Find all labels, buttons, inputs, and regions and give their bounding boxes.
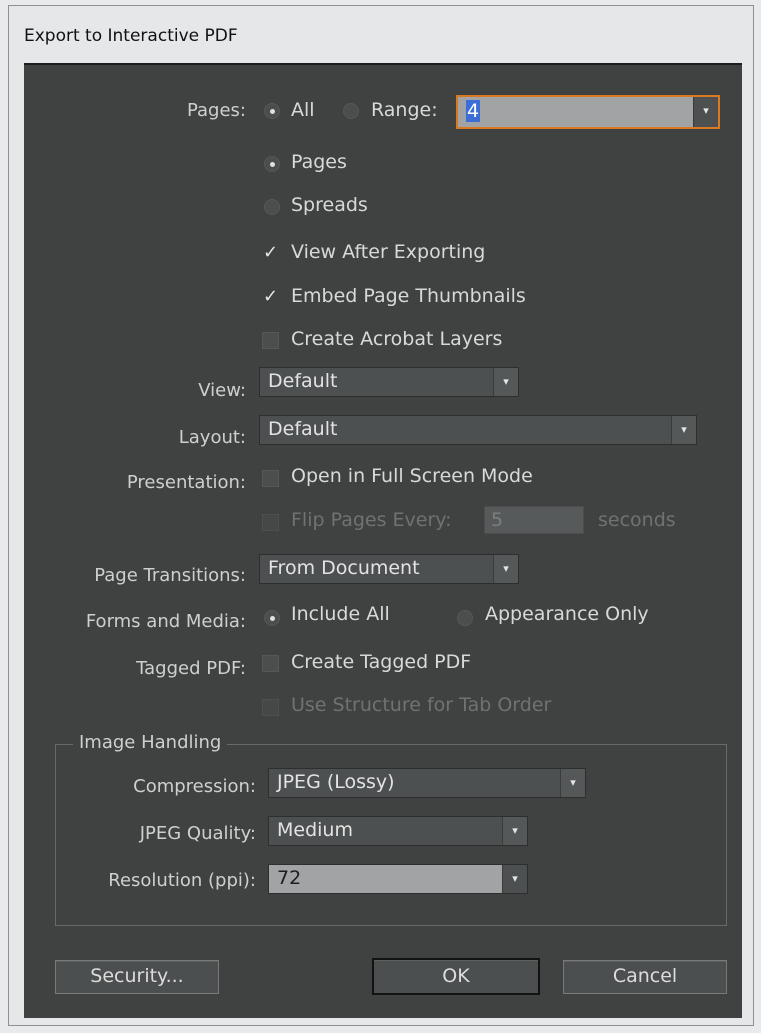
seconds-label: seconds xyxy=(598,509,676,531)
resolution-label: Resolution (ppi): xyxy=(108,870,256,891)
range-dropdown-icon[interactable]: ▾ xyxy=(693,97,718,127)
tagged-pdf-option-label: Create Tagged PDF xyxy=(291,651,472,673)
pages-range-radio[interactable] xyxy=(343,103,359,119)
pages-all-label: All xyxy=(291,99,315,121)
embed-thumbnails-label: Embed Page Thumbnails xyxy=(291,285,526,307)
compression-dropdown-icon[interactable]: ▾ xyxy=(560,769,585,797)
spreads-mode-label: Spreads xyxy=(291,194,368,216)
compression-label: Compression: xyxy=(133,776,256,797)
range-input-value: 4 xyxy=(466,100,481,122)
view-dropdown-value: Default xyxy=(268,370,338,392)
tagged-pdf-checkbox[interactable] xyxy=(262,655,279,672)
pages-mode-radio[interactable] xyxy=(264,156,280,172)
flip-pages-seconds-input[interactable]: 5 xyxy=(484,506,584,534)
pages-label: Pages: xyxy=(186,100,246,121)
acrobat-layers-checkbox[interactable] xyxy=(262,332,279,349)
view-after-exporting-label: View After Exporting xyxy=(291,241,486,263)
flip-pages-label: Flip Pages Every: xyxy=(291,509,452,531)
appearance-only-label: Appearance Only xyxy=(485,603,649,625)
page-transitions-dropdown[interactable]: From Document ▾ xyxy=(259,554,519,584)
page-transitions-value: From Document xyxy=(268,557,420,579)
tagged-pdf-label: Tagged PDF: xyxy=(136,658,246,679)
resolution-combobox[interactable]: 72 ▾ xyxy=(268,864,528,894)
compression-value: JPEG (Lossy) xyxy=(277,771,395,793)
resolution-dropdown-icon[interactable]: ▾ xyxy=(502,865,527,893)
pages-all-radio[interactable] xyxy=(264,103,280,119)
spreads-mode-radio[interactable] xyxy=(264,199,280,215)
security-button[interactable]: Security... xyxy=(55,960,219,994)
full-screen-checkbox[interactable] xyxy=(262,470,279,487)
layout-dropdown[interactable]: Default ▾ xyxy=(259,415,697,445)
view-dropdown[interactable]: Default ▾ xyxy=(259,367,519,397)
full-screen-label: Open in Full Screen Mode xyxy=(291,465,533,487)
view-after-exporting-checkbox[interactable]: ✓ xyxy=(262,244,279,262)
range-input[interactable]: 4 ▾ xyxy=(456,95,720,129)
layout-dropdown-icon[interactable]: ▾ xyxy=(671,416,696,444)
include-all-radio[interactable] xyxy=(264,610,280,626)
dialog-title: Export to Interactive PDF xyxy=(24,26,238,46)
forms-media-label: Forms and Media: xyxy=(85,611,246,632)
layout-label: Layout: xyxy=(178,427,246,448)
layout-dropdown-value: Default xyxy=(268,418,338,440)
embed-thumbnails-checkbox[interactable]: ✓ xyxy=(262,288,279,306)
view-label: View: xyxy=(198,380,246,401)
appearance-only-radio[interactable] xyxy=(457,610,473,626)
jpeg-quality-value: Medium xyxy=(277,819,353,841)
jpeg-quality-dropdown-icon[interactable]: ▾ xyxy=(502,817,527,845)
include-all-label: Include All xyxy=(291,603,390,625)
resolution-value: 72 xyxy=(277,867,302,889)
jpeg-quality-dropdown[interactable]: Medium ▾ xyxy=(268,816,528,846)
presentation-label: Presentation: xyxy=(126,472,246,493)
image-handling-title: Image Handling xyxy=(73,732,228,753)
cancel-button[interactable]: Cancel xyxy=(563,960,727,994)
pages-mode-label: Pages xyxy=(291,151,347,173)
ok-button[interactable]: OK xyxy=(372,958,540,995)
flip-pages-checkbox[interactable] xyxy=(262,514,279,531)
page-transitions-dropdown-icon[interactable]: ▾ xyxy=(493,555,518,583)
page-transitions-label: Page Transitions: xyxy=(94,565,246,586)
acrobat-layers-label: Create Acrobat Layers xyxy=(291,328,503,350)
tab-order-label: Use Structure for Tab Order xyxy=(291,694,552,716)
jpeg-quality-label: JPEG Quality: xyxy=(139,823,256,844)
compression-dropdown[interactable]: JPEG (Lossy) ▾ xyxy=(268,768,586,798)
view-dropdown-icon[interactable]: ▾ xyxy=(493,368,518,396)
tab-order-checkbox[interactable] xyxy=(262,699,279,716)
pages-range-label: Range: xyxy=(371,99,438,121)
